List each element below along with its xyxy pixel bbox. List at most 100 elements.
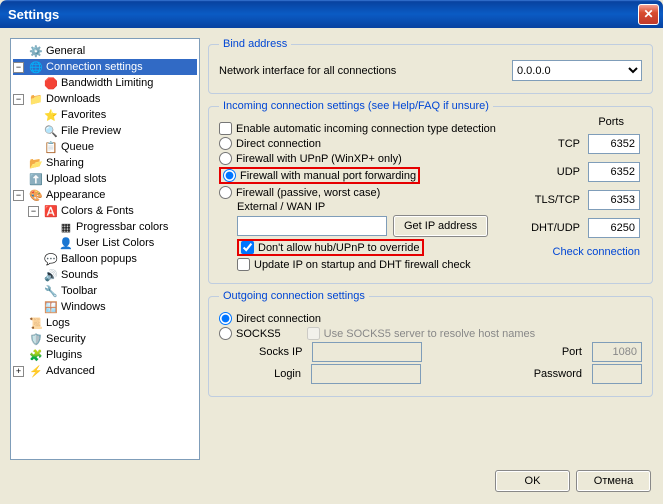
ok-button[interactable]: OK bbox=[495, 470, 570, 492]
tls-port-input[interactable] bbox=[588, 190, 640, 210]
tree-item-queue[interactable]: 📋Queue bbox=[13, 139, 197, 155]
socks-ip-input bbox=[312, 342, 422, 362]
tree-label: Upload slots bbox=[46, 173, 107, 185]
tree-label: Queue bbox=[61, 141, 94, 153]
tree-label: Progressbar colors bbox=[76, 221, 168, 233]
tree-item-colors-fonts[interactable]: −🅰️Colors & Fonts bbox=[13, 203, 197, 219]
tree-label: Bandwidth Limiting bbox=[61, 77, 153, 89]
password-label: Password bbox=[534, 368, 582, 380]
manual-radio[interactable] bbox=[223, 169, 236, 182]
bind-interface-select[interactable]: 0.0.0.0 bbox=[512, 60, 642, 81]
tree-label: Sharing bbox=[46, 157, 84, 169]
tree-item-plugins[interactable]: 🧩Plugins bbox=[13, 347, 197, 363]
tree-icon: 🧩 bbox=[28, 347, 44, 363]
tree-label: Balloon popups bbox=[61, 253, 137, 265]
tree-item-general[interactable]: ⚙️General bbox=[13, 43, 197, 59]
tree-item-file-preview[interactable]: 🔍File Preview bbox=[13, 123, 197, 139]
settings-tree[interactable]: ⚙️General−🌐Connection settings🛑Bandwidth… bbox=[10, 38, 200, 460]
tree-toggle[interactable]: − bbox=[13, 62, 24, 73]
out-direct-label: Direct connection bbox=[236, 313, 321, 325]
tree-icon: 🅰️ bbox=[43, 203, 59, 219]
get-ip-button[interactable]: Get IP address bbox=[393, 215, 488, 237]
tree-item-downloads[interactable]: −📁Downloads bbox=[13, 91, 197, 107]
tree-icon: ⚙️ bbox=[28, 43, 44, 59]
no-override-checkbox[interactable] bbox=[241, 241, 254, 254]
socks-ip-label: Socks IP bbox=[259, 346, 302, 358]
manual-highlight: Firewall with manual port forwarding bbox=[219, 167, 420, 184]
tree-item-advanced[interactable]: +⚡Advanced bbox=[13, 363, 197, 379]
tree-item-favorites[interactable]: ⭐Favorites bbox=[13, 107, 197, 123]
tree-item-logs[interactable]: 📜Logs bbox=[13, 315, 197, 331]
tree-item-upload-slots[interactable]: ⬆️Upload slots bbox=[13, 171, 197, 187]
tree-toggle[interactable]: − bbox=[13, 94, 24, 105]
tree-toggle[interactable]: − bbox=[28, 206, 39, 217]
tree-label: General bbox=[46, 45, 85, 57]
tree-icon: ⬆️ bbox=[28, 171, 44, 187]
tcp-port-input[interactable] bbox=[588, 134, 640, 154]
manual-label: Firewall with manual port forwarding bbox=[240, 170, 416, 182]
tree-label: User List Colors bbox=[76, 237, 154, 249]
passive-radio[interactable] bbox=[219, 186, 232, 199]
tree-item-balloon-popups[interactable]: 💬Balloon popups bbox=[13, 251, 197, 267]
tree-icon: 🪟 bbox=[43, 299, 59, 315]
tree-icon: 💬 bbox=[43, 251, 59, 267]
direct-radio[interactable] bbox=[219, 137, 232, 150]
tree-item-bandwidth-limiting[interactable]: 🛑Bandwidth Limiting bbox=[13, 75, 197, 91]
tree-icon: 🎨 bbox=[28, 187, 44, 203]
socks-port-label: Port bbox=[562, 346, 582, 358]
tree-item-sounds[interactable]: 🔊Sounds bbox=[13, 267, 197, 283]
passive-label: Firewall (passive, worst case) bbox=[236, 187, 380, 199]
upnp-radio[interactable] bbox=[219, 152, 232, 165]
incoming-group: Incoming connection settings (see Help/F… bbox=[208, 100, 653, 284]
tree-item-appearance[interactable]: −🎨Appearance bbox=[13, 187, 197, 203]
tree-icon: 🌐 bbox=[28, 59, 44, 75]
tree-label: Appearance bbox=[46, 189, 105, 201]
tree-item-security[interactable]: 🛡️Security bbox=[13, 331, 197, 347]
tree-toggle[interactable]: − bbox=[13, 190, 24, 201]
auto-detect-checkbox[interactable] bbox=[219, 122, 232, 135]
ports-column: TCP UDP TLS/TCP DHT/UDP Check connection bbox=[531, 132, 640, 260]
tree-label: Logs bbox=[46, 317, 70, 329]
tree-item-toolbar[interactable]: 🔧Toolbar bbox=[13, 283, 197, 299]
tcp-label: TCP bbox=[558, 138, 580, 150]
tree-label: Downloads bbox=[46, 93, 100, 105]
tree-label: Sounds bbox=[61, 269, 98, 281]
tree-label: Colors & Fonts bbox=[61, 205, 134, 217]
tree-icon: 🔍 bbox=[43, 123, 59, 139]
bind-legend: Bind address bbox=[219, 38, 291, 50]
tree-toggle[interactable]: + bbox=[13, 366, 24, 377]
close-button[interactable]: ✕ bbox=[638, 4, 659, 25]
tree-label: Favorites bbox=[61, 109, 106, 121]
check-connection-link[interactable]: Check connection bbox=[553, 246, 640, 258]
tls-label: TLS/TCP bbox=[535, 194, 580, 206]
socks-port-input bbox=[592, 342, 642, 362]
tree-label: Windows bbox=[61, 301, 106, 313]
bind-label: Network interface for all connections bbox=[219, 65, 506, 77]
tree-item-connection-settings[interactable]: −🌐Connection settings bbox=[13, 59, 197, 75]
login-label: Login bbox=[259, 368, 301, 380]
out-direct-radio[interactable] bbox=[219, 312, 232, 325]
tree-icon: ⚡ bbox=[28, 363, 44, 379]
tree-item-sharing[interactable]: 📂Sharing bbox=[13, 155, 197, 171]
upnp-label: Firewall with UPnP (WinXP+ only) bbox=[236, 153, 402, 165]
tree-item-user-list-colors[interactable]: 👤User List Colors bbox=[13, 235, 197, 251]
socks-radio[interactable] bbox=[219, 327, 232, 340]
tree-label: Connection settings bbox=[46, 61, 143, 73]
tree-icon: 🔊 bbox=[43, 267, 59, 283]
tree-item-windows[interactable]: 🪟Windows bbox=[13, 299, 197, 315]
update-ip-checkbox[interactable] bbox=[237, 258, 250, 271]
udp-port-input[interactable] bbox=[588, 162, 640, 182]
extip-input[interactable] bbox=[237, 216, 387, 236]
window-title: Settings bbox=[4, 7, 638, 22]
incoming-legend: Incoming connection settings (see Help/F… bbox=[219, 100, 493, 112]
tree-icon: 👤 bbox=[58, 235, 74, 251]
cancel-button[interactable]: Отмена bbox=[576, 470, 651, 492]
tree-icon: ▦ bbox=[58, 219, 74, 235]
tree-icon: 📁 bbox=[28, 91, 44, 107]
tree-icon: 🔧 bbox=[43, 283, 59, 299]
tree-label: File Preview bbox=[61, 125, 121, 137]
auto-detect-label: Enable automatic incoming connection typ… bbox=[236, 123, 496, 135]
dht-port-input[interactable] bbox=[588, 218, 640, 238]
tree-item-progressbar-colors[interactable]: ▦Progressbar colors bbox=[13, 219, 197, 235]
direct-label: Direct connection bbox=[236, 138, 321, 150]
